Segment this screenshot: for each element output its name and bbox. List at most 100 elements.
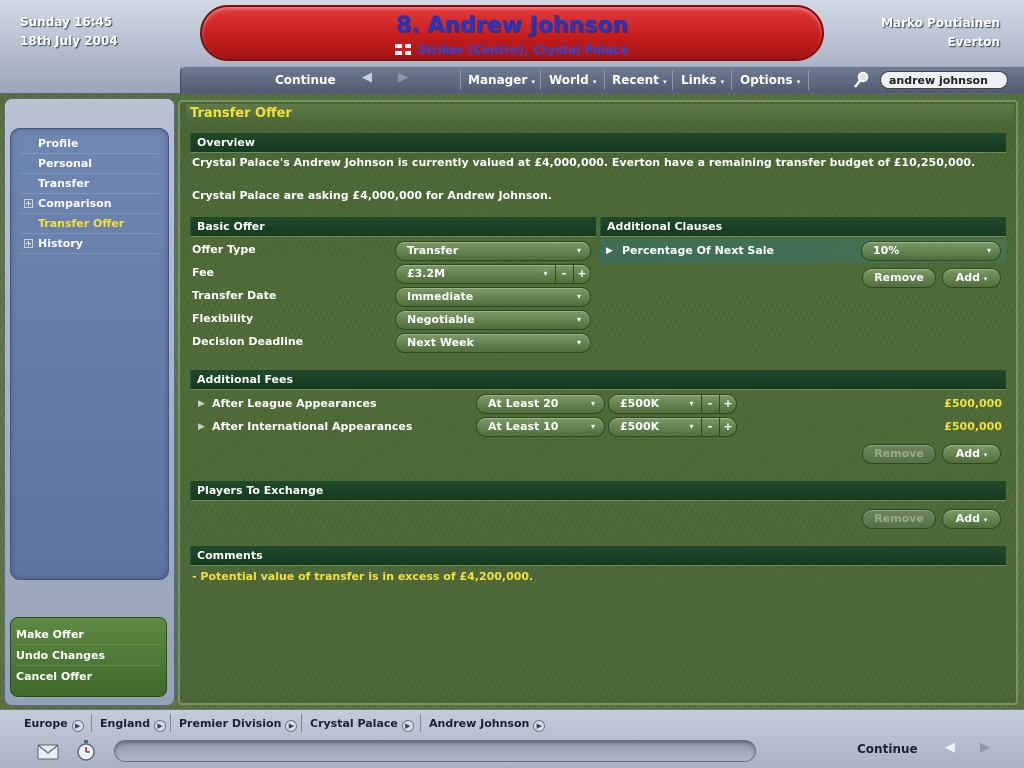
flexibility-dropdown[interactable]: Negotiable ▾ [395, 310, 591, 330]
chevron-down-icon: ▾ [576, 292, 581, 301]
mail-icon[interactable] [36, 740, 60, 762]
breadcrumb-arrow-icon[interactable]: ▶ [285, 720, 298, 732]
breadcrumb-divider [91, 714, 92, 732]
sidebar-item-transfer[interactable]: Transfer [20, 174, 159, 194]
continue-button-bottom[interactable]: Continue [857, 741, 918, 757]
fee-amount-stepper[interactable]: £500K ▾ - + [608, 394, 737, 414]
nav-divider [540, 70, 541, 90]
stopwatch-icon[interactable] [74, 738, 98, 762]
clause-label: Percentage Of Next Sale [622, 244, 774, 257]
players-add-button[interactable]: Add ▾ [942, 509, 1001, 529]
breadcrumb-europe[interactable]: Europe ▶ [24, 716, 84, 732]
clause-remove-button[interactable]: Remove [862, 268, 936, 288]
menu-recent[interactable]: Recent ▾ [612, 72, 667, 88]
basic-offer-heading: Basic Offer [190, 217, 596, 237]
breadcrumb-arrow-icon[interactable]: ▶ [401, 720, 414, 732]
transfer-date-label: Transfer Date [192, 289, 277, 302]
breadcrumb-andrew-johnson[interactable]: Andrew Johnson ▶ [429, 716, 546, 732]
expand-icon[interactable]: + [24, 199, 33, 208]
fee-condition-label: After International Appearances [212, 420, 413, 433]
fee-stepper[interactable]: £3.2M ▾ - + [395, 264, 591, 284]
breadcrumb-england[interactable]: England ▶ [100, 716, 167, 732]
chevron-down-icon: ▾ [986, 246, 991, 255]
chevron-down-icon[interactable]: ▾ [683, 395, 700, 413]
breadcrumb-arrow-icon[interactable]: ▶ [154, 720, 167, 732]
chevron-down-icon: ▾ [590, 399, 595, 408]
chevron-down-icon: ▾ [576, 315, 581, 324]
offer-type-label: Offer Type [192, 243, 256, 256]
breadcrumb-divider [170, 714, 171, 732]
menu-world[interactable]: World ▾ [549, 72, 596, 88]
players-exchange-heading: Players To Exchange [190, 481, 1006, 501]
players-remove-button[interactable]: Remove [862, 509, 936, 529]
decision-deadline-label: Decision Deadline [192, 335, 304, 348]
processing-progress-bar [114, 740, 756, 762]
fee-condition-dropdown[interactable]: At Least 20 ▾ [476, 394, 605, 414]
forward-arrow-icon[interactable]: ▶ [980, 740, 990, 755]
menu-links[interactable]: Links ▾ [681, 72, 724, 88]
additional-fees-heading: Additional Fees [190, 370, 1006, 390]
decrement-button[interactable]: - [701, 418, 718, 436]
breadcrumb-crystal-palace[interactable]: Crystal Palace ▶ [310, 716, 414, 732]
make-offer-button[interactable]: Make Offer [16, 625, 161, 645]
menu-manager[interactable]: Manager ▾ [468, 72, 535, 88]
expand-arrow-icon[interactable]: ▶ [606, 244, 613, 258]
clause-add-button[interactable]: Add ▾ [942, 268, 1001, 288]
nav-divider [604, 70, 605, 90]
sidebar-item-personal[interactable]: Personal [20, 154, 159, 174]
clause-percentage-dropdown[interactable]: 10% ▾ [861, 241, 1001, 261]
fee-amount-stepper[interactable]: £500K ▾ - + [608, 417, 737, 437]
search-input[interactable]: andrew johnson [880, 71, 1008, 89]
expand-arrow-icon[interactable]: ▶ [198, 397, 205, 411]
continue-button[interactable]: Continue [275, 72, 336, 88]
increment-button[interactable]: + [573, 265, 590, 283]
comments-heading: Comments [190, 546, 1006, 566]
england-flag-icon [395, 44, 412, 55]
fee-label: Fee [192, 266, 214, 279]
fee-total: £500,000 [944, 397, 1002, 410]
menu-options[interactable]: Options ▾ [740, 72, 800, 88]
forward-arrow-icon[interactable]: ▶ [398, 70, 412, 86]
sidebar-item-history[interactable]: + History [20, 234, 159, 254]
sidebar-item-transfer-offer[interactable]: Transfer Offer [20, 214, 159, 234]
back-arrow-icon[interactable]: ◀ [362, 70, 376, 86]
chevron-down-icon: ▾ [576, 246, 581, 255]
flexibility-label: Flexibility [192, 312, 254, 325]
breadcrumb-arrow-icon[interactable]: ▶ [71, 720, 84, 732]
fee-total: £500,000 [944, 420, 1002, 433]
fees-remove-button[interactable]: Remove [862, 444, 936, 464]
increment-button[interactable]: + [719, 395, 736, 413]
comment-text: - Potential value of transfer is in exce… [192, 570, 534, 583]
decision-deadline-dropdown[interactable]: Next Week ▾ [395, 333, 591, 353]
search-icon[interactable] [852, 70, 870, 90]
expand-icon[interactable]: + [24, 239, 33, 248]
expand-arrow-icon[interactable]: ▶ [198, 420, 205, 434]
nav-divider [808, 70, 809, 90]
undo-changes-button[interactable]: Undo Changes [16, 646, 161, 666]
fees-add-button[interactable]: Add ▾ [942, 444, 1001, 464]
breadcrumb-arrow-icon[interactable]: ▶ [533, 720, 546, 732]
transfer-date-dropdown[interactable]: Immediate ▾ [395, 287, 591, 307]
fee-condition-dropdown[interactable]: At Least 10 ▾ [476, 417, 605, 437]
chevron-down-icon: ▾ [590, 422, 595, 431]
overview-asking-text: Crystal Palace are asking £4,000,000 for… [192, 189, 552, 202]
panel-title: Transfer Offer [186, 104, 1014, 124]
offer-type-dropdown[interactable]: Transfer ▾ [395, 241, 591, 261]
back-arrow-icon[interactable]: ◀ [945, 740, 955, 755]
player-position-club: Striker (Centre), Crystal Palace [417, 43, 629, 57]
breadcrumb-divider [420, 714, 421, 732]
chevron-down-icon[interactable]: ▾ [537, 265, 554, 283]
sidebar-item-profile[interactable]: Profile [20, 134, 159, 154]
overview-heading: Overview [190, 133, 1006, 153]
manager-club: Everton [947, 35, 1000, 49]
game-date: 18th July 2004 [20, 34, 118, 48]
sidebar-item-comparison[interactable]: + Comparison [20, 194, 159, 214]
breadcrumb-premier-division[interactable]: Premier Division ▶ [179, 716, 298, 732]
player-title: 8. Andrew Johnson [395, 13, 628, 38]
chevron-down-icon: ▾ [576, 338, 581, 347]
cancel-offer-button[interactable]: Cancel Offer [16, 667, 161, 687]
decrement-button[interactable]: - [555, 265, 572, 283]
decrement-button[interactable]: - [701, 395, 718, 413]
increment-button[interactable]: + [719, 418, 736, 436]
chevron-down-icon[interactable]: ▾ [683, 418, 700, 436]
